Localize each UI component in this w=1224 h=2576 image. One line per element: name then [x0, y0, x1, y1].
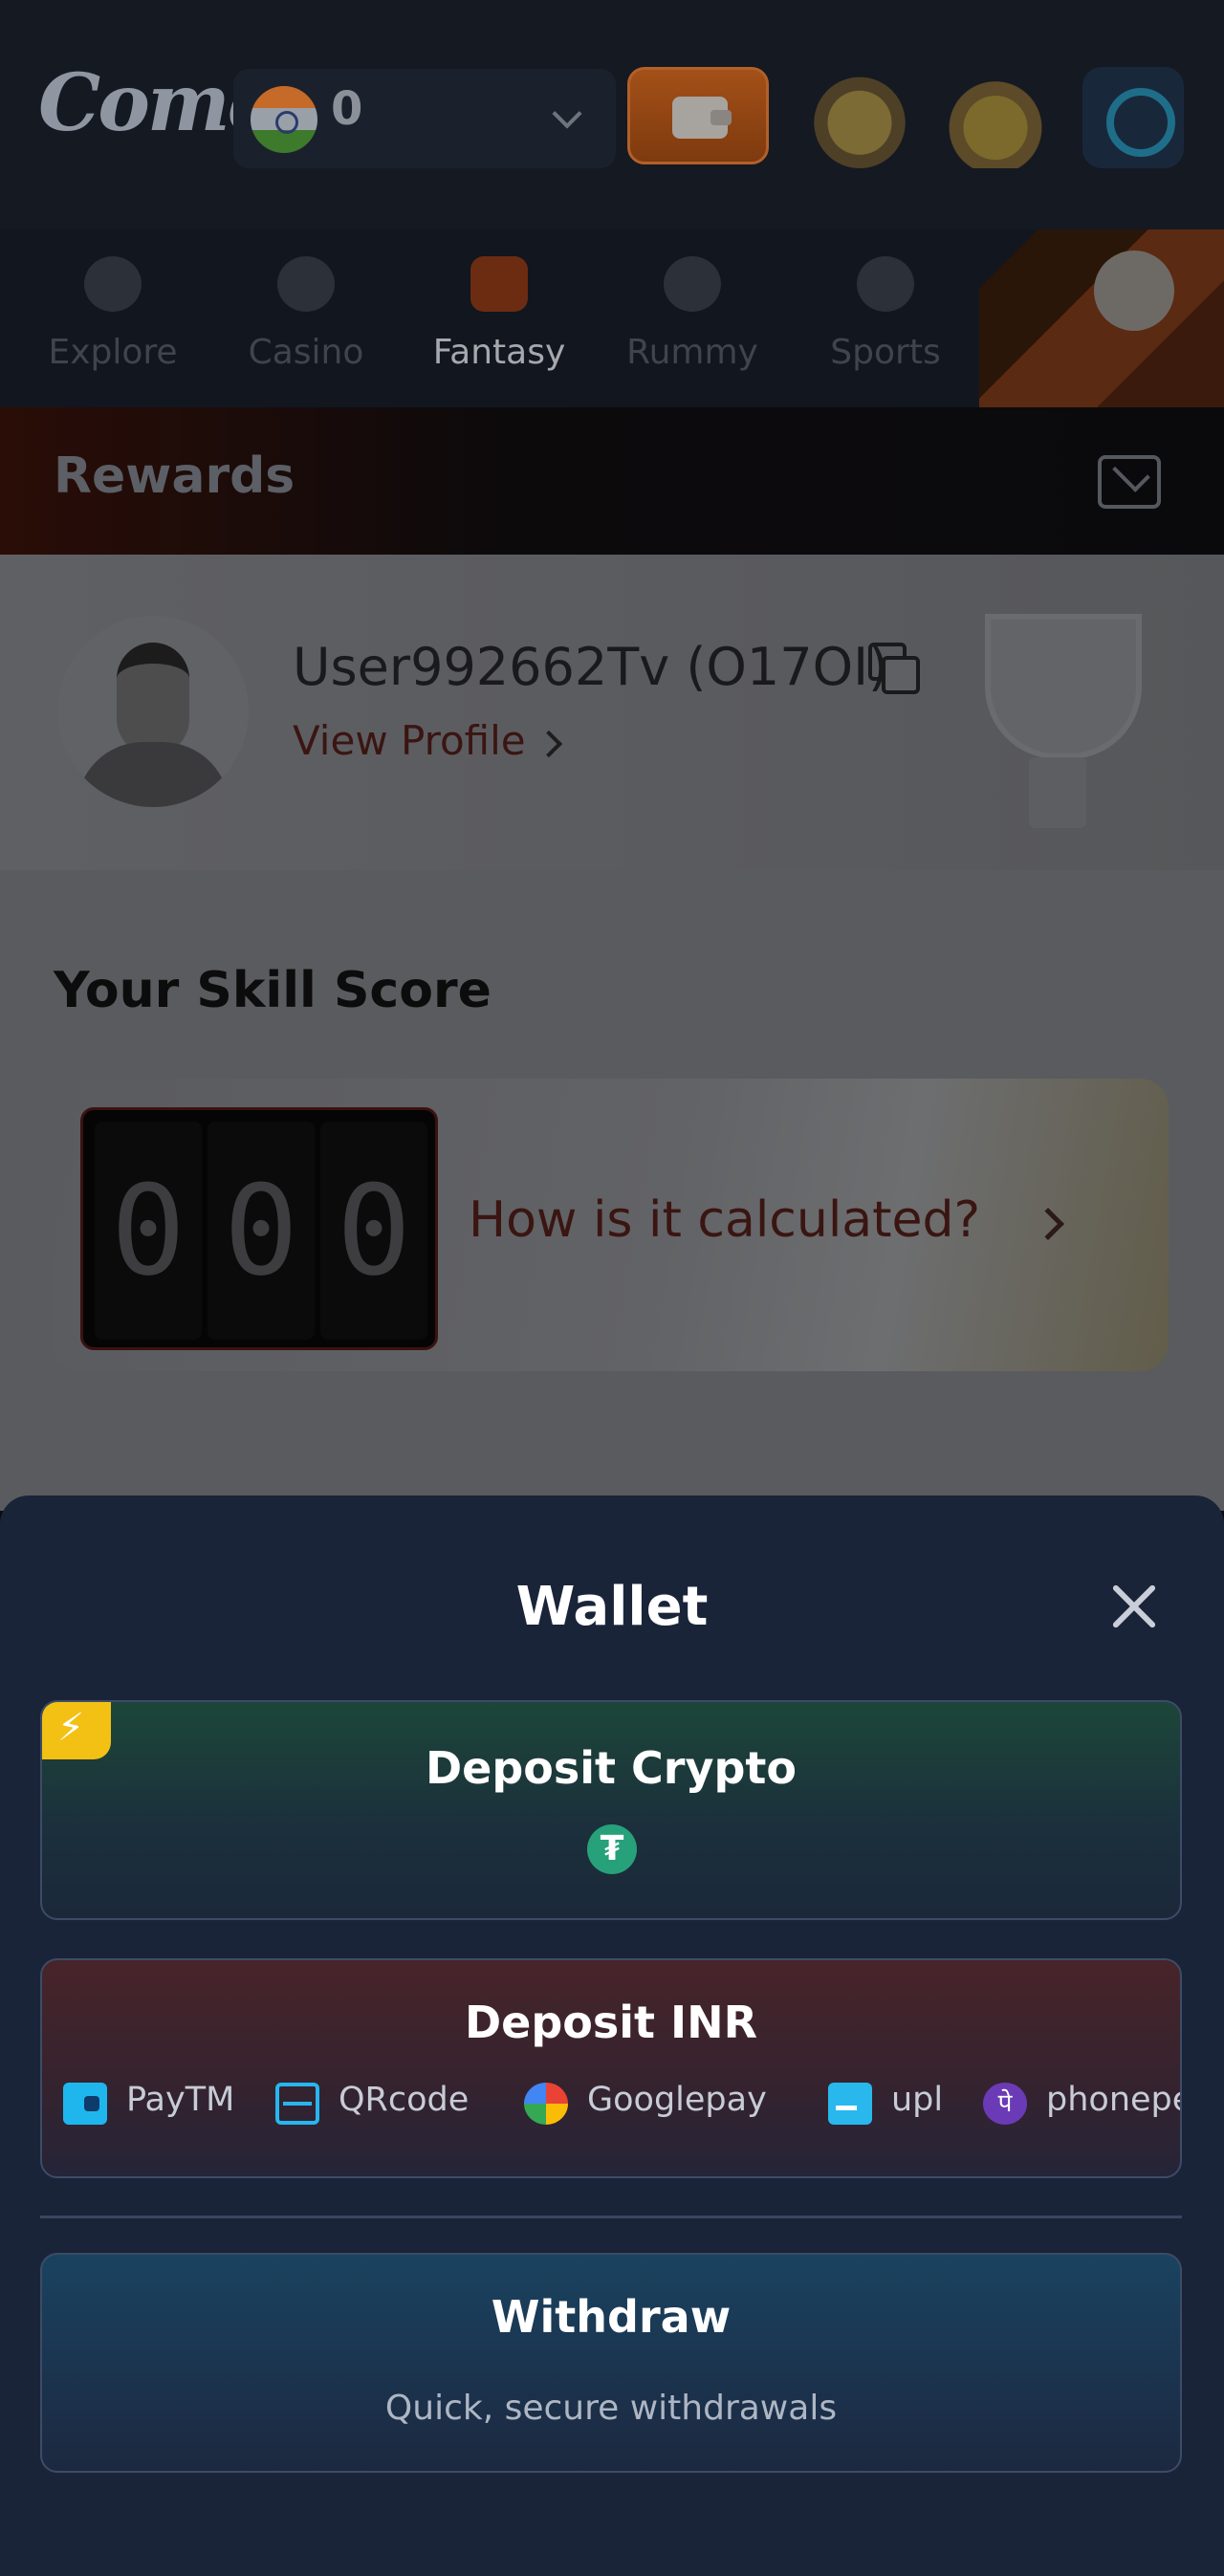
option-title: Deposit Crypto [425, 1742, 797, 1794]
nav-item-explore[interactable]: Explore [17, 229, 208, 407]
chevron-right-icon [535, 730, 563, 758]
profile-card: User992662Tv (O17OI) View Profile [0, 555, 1224, 870]
how-calculated-link[interactable]: How is it calculated? [469, 1191, 980, 1249]
score-digit: 0 [95, 1122, 202, 1340]
rewards-bar: Rewards [0, 407, 1224, 555]
nav-item-label: Fantasy [432, 333, 566, 372]
balance-value: 0 [331, 82, 363, 136]
payment-method-label: upl [891, 2081, 944, 2119]
copy-icon[interactable] [868, 643, 920, 694]
nav-item-rummy[interactable]: Rummy [597, 229, 788, 407]
promo-banner[interactable] [979, 229, 1224, 407]
category-nav: Explore Casino Fantasy Rummy Sports [0, 229, 1224, 407]
paytm-icon [63, 2083, 107, 2125]
cards-icon [664, 256, 721, 312]
phonepe-icon: पे [983, 2083, 1027, 2125]
qrcode-icon [275, 2083, 319, 2125]
option-title: Withdraw [491, 2291, 732, 2343]
option-title: Deposit INR [464, 1997, 758, 2048]
avatar[interactable] [57, 616, 249, 807]
mail-icon[interactable] [1098, 455, 1161, 509]
close-icon[interactable] [1109, 1582, 1159, 1631]
skill-score-card: 0 0 0 How is it calculated? [52, 1079, 1169, 1371]
upi-icon [828, 2083, 872, 2125]
username: User992662Tv (O17OI) [293, 637, 889, 697]
deposit-inr-button[interactable]: Deposit INR PayTM QRcode Googlepay upl प… [40, 1958, 1182, 2178]
nav-item-casino[interactable]: Casino [210, 229, 402, 407]
chevron-right-icon [1032, 1208, 1064, 1240]
score-digit: 0 [320, 1122, 427, 1340]
nav-item-label: Explore [48, 333, 178, 372]
section-title: Your Skill Score [54, 962, 492, 1019]
balance-selector[interactable]: 0 [233, 69, 616, 168]
trophy-icon [972, 614, 1144, 834]
skill-score-display: 0 0 0 [80, 1107, 438, 1350]
payment-method-label: PayTM [126, 2081, 235, 2119]
payment-methods: PayTM QRcode Googlepay upl पे phonepe [63, 2077, 1180, 2130]
treasure-pot-icon[interactable] [809, 67, 910, 168]
spade-icon [277, 256, 335, 312]
divider [40, 2216, 1182, 2218]
page-title: Rewards [54, 448, 295, 505]
payment-method-label: QRcode [339, 2081, 470, 2119]
tether-icon: ₮ [587, 1824, 637, 1874]
wallet-button[interactable] [627, 67, 769, 164]
deposit-crypto-button[interactable]: Deposit Crypto ₮ [40, 1700, 1182, 1920]
nav-item-label: Rummy [626, 333, 758, 372]
nav-item-sports[interactable]: Sports [790, 229, 981, 407]
withdraw-button[interactable]: Withdraw Quick, secure withdrawals [40, 2253, 1182, 2473]
chevron-down-icon [552, 98, 582, 129]
india-flag-icon [251, 86, 317, 153]
nav-item-fantasy[interactable]: Fantasy [404, 229, 595, 407]
payment-method-label: phonepe [1046, 2081, 1182, 2119]
nav-item-label: Casino [248, 333, 364, 372]
top-header: Come 0 [0, 0, 1224, 229]
planet-icon [84, 256, 142, 312]
sheet-title: Wallet [515, 1576, 709, 1638]
wallet-icon [672, 97, 732, 139]
nav-item-label: Sports [830, 333, 941, 372]
page-content-dimmed: User992662Tv (O17OI) View Profile Your S… [0, 555, 1224, 1511]
support-icon[interactable] [1082, 67, 1184, 168]
option-subtitle: Quick, secure withdrawals [384, 2389, 838, 2428]
cricket-bat-icon [470, 256, 528, 312]
score-digit: 0 [208, 1122, 315, 1340]
football-icon [857, 256, 914, 312]
treasure-chest-icon[interactable] [945, 67, 1046, 168]
view-profile-link[interactable]: View Profile [293, 717, 526, 764]
payment-method-label: Googlepay [587, 2081, 767, 2119]
googlepay-icon [524, 2083, 568, 2125]
wallet-sheet: Wallet Deposit Crypto ₮ Deposit INR PayT… [0, 1495, 1224, 2576]
